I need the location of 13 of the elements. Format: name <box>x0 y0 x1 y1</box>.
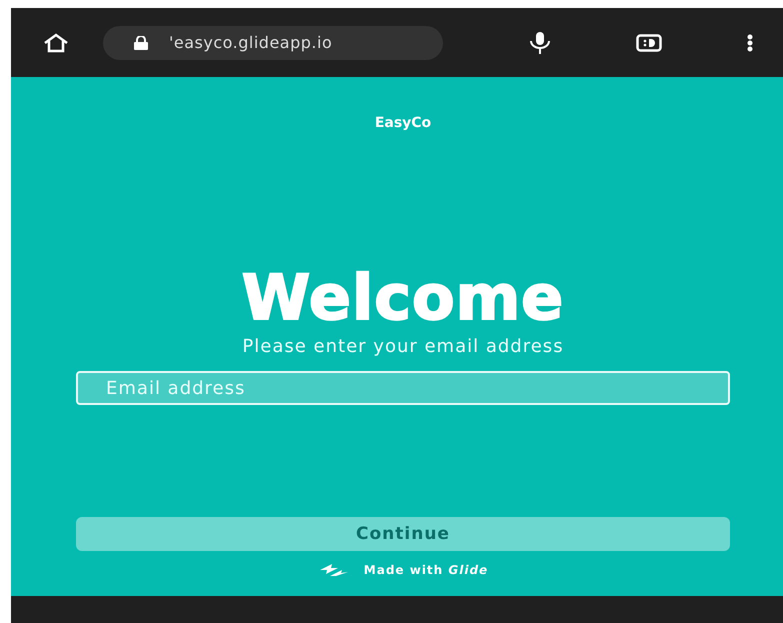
tabs-icon[interactable] <box>636 34 662 52</box>
welcome-heading: Welcome <box>242 266 564 330</box>
lock-icon <box>133 36 149 50</box>
home-icon[interactable] <box>43 32 69 52</box>
address-bar[interactable]: 'easyco.glideapp.io <box>103 26 443 60</box>
instruction-text: Please enter your email address <box>242 336 564 357</box>
made-with-glide-text[interactable]: Made with Glide <box>364 563 488 577</box>
more-icon[interactable] <box>747 34 754 52</box>
email-field[interactable]: Email address <box>76 371 730 405</box>
microphone-icon[interactable] <box>528 30 552 54</box>
bolt-icon <box>318 563 350 577</box>
url-text: 'easyco.glideapp.io <box>169 33 332 52</box>
app-title: EasyCo <box>374 115 432 131</box>
